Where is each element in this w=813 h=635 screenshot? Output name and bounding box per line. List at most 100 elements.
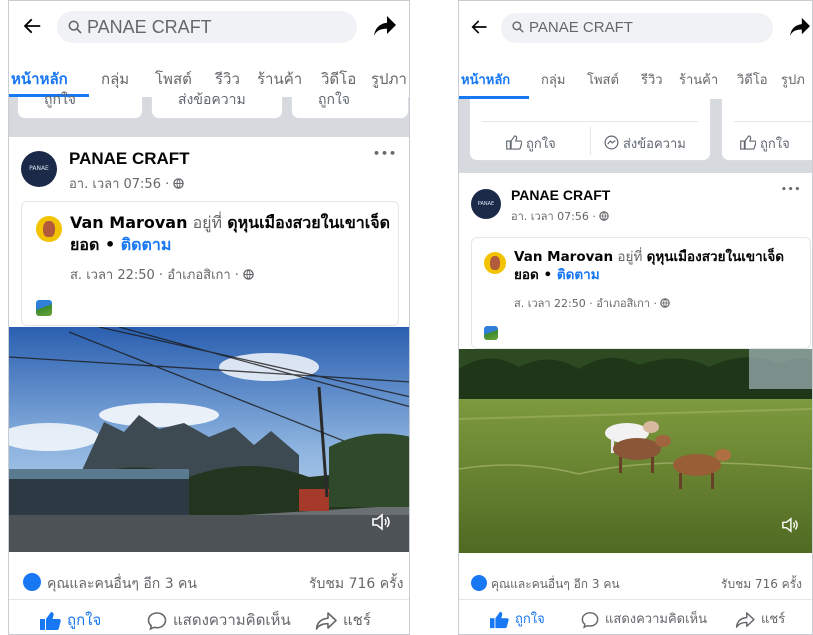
tab-reviews[interactable]: รีวิว: [215, 67, 240, 91]
like-badge-icon: [23, 573, 41, 591]
post-time: อา. เวลา 07:56 ·: [511, 207, 610, 225]
top-bar: PANAE CRAFT: [459, 1, 812, 53]
comment-button[interactable]: แสดงความคิดเห็น: [581, 608, 707, 629]
share-arrow-icon[interactable]: [789, 17, 811, 37]
strip-like-button[interactable]: ถูกใจ: [318, 89, 350, 111]
follow-link[interactable]: ติดตาม: [121, 235, 172, 254]
tab-reviews[interactable]: รีวิว: [641, 69, 663, 90]
reaction-summary: คุณและคนอื่นๆ อีก 3 คน รับชม 716 ครั้ง: [9, 565, 409, 599]
search-icon: [512, 21, 524, 33]
strip-like-button[interactable]: ถูกใจ: [506, 133, 556, 154]
user-avatar[interactable]: [484, 252, 506, 274]
page-avatar[interactable]: PANAE: [21, 151, 57, 187]
thumbs-up-icon: [490, 611, 509, 628]
search-icon: [68, 20, 82, 34]
post-card: PANAE PANAE CRAFT อา. เวลา 07:56 · ••• V…: [9, 137, 409, 634]
search-input[interactable]: PANAE CRAFT: [501, 13, 773, 43]
globe-icon: [243, 269, 254, 280]
shared-post-header: Van Marovan อยู่ที่ ดุหุนเมืองสวยในเขาเจ…: [471, 237, 811, 349]
tab-groups[interactable]: กลุ่ม: [101, 67, 129, 91]
post-action-bar: ถูกใจ แสดงความคิดเห็น แชร์: [9, 599, 409, 634]
post-action-bar: ถูกใจ แสดงความคิดเห็น แชร์: [459, 599, 812, 634]
reaction-count[interactable]: คุณและคนอื่นๆ อีก 3 คน: [47, 573, 197, 595]
share-arrow-icon[interactable]: [373, 15, 397, 37]
back-arrow-icon[interactable]: [21, 15, 43, 37]
thumbs-up-icon: [740, 135, 757, 150]
tab-home[interactable]: หน้าหลัก: [461, 69, 510, 90]
action-card: ถูกใจ: [17, 92, 143, 119]
action-card: ถูกใจ ส่งข้อความ: [469, 99, 711, 161]
thumbs-up-icon: [40, 611, 61, 630]
view-count: รับชม 716 ครั้ง: [721, 577, 802, 591]
strip-like-button[interactable]: ถูกใจ: [44, 89, 76, 111]
like-button[interactable]: ถูกใจ: [39, 608, 101, 632]
comment-button[interactable]: แสดงความคิดเห็น: [147, 608, 291, 632]
follow-link[interactable]: ติดตาม: [557, 267, 600, 283]
search-input[interactable]: PANAE CRAFT: [57, 11, 357, 43]
top-bar: PANAE CRAFT: [9, 1, 409, 53]
thumbs-up-icon: [506, 135, 523, 150]
share-icon: [735, 611, 755, 628]
tab-shop[interactable]: ร้านค้า: [679, 69, 718, 90]
tab-photos[interactable]: รูปภา: [371, 67, 407, 91]
more-dots-icon[interactable]: •••: [373, 147, 397, 160]
place-name[interactable]: ดุหุนเมืองสวยในเขาเจ็ด: [227, 213, 390, 232]
tab-photos[interactable]: รูปภ: [781, 69, 805, 90]
place-name-cont: ยอด: [70, 234, 100, 254]
video-frame-mountains: [9, 327, 409, 552]
page-name[interactable]: PANAE CRAFT: [69, 149, 190, 169]
tab-posts[interactable]: โพสต์: [155, 67, 192, 91]
speaker-icon[interactable]: [781, 517, 799, 533]
speaker-icon[interactable]: [371, 513, 391, 531]
shared-post-title: Van Marovan อยู่ที่ ดุหุนเมืองสวยในเขาเจ…: [514, 249, 785, 284]
tab-shop[interactable]: ร้านค้า: [257, 67, 302, 91]
phone-screen-right: PANAE CRAFT หน้าหลัก กลุ่ม โพสต์ รีวิว ร…: [458, 0, 813, 635]
like-button[interactable]: ถูกใจ: [489, 608, 545, 629]
search-text: PANAE CRAFT: [529, 19, 633, 36]
phone-screen-left: PANAE CRAFT หน้าหลัก กลุ่ม โพสต์ รีวิว ร…: [8, 0, 410, 635]
photo-icon: [484, 326, 498, 340]
video-player[interactable]: [9, 327, 409, 552]
search-text: PANAE CRAFT: [87, 17, 212, 37]
page-tabs: หน้าหลัก กลุ่ม โพสต์ รีวิว ร้านค้า วิดีโ…: [459, 59, 812, 99]
shared-post-title: Van Marovan อยู่ที่ ดุหุนเมืองสวยในเขาเจ…: [70, 213, 390, 254]
strip-like-button[interactable]: ถูกใจ: [740, 133, 790, 154]
page-avatar[interactable]: PANAE: [471, 189, 501, 219]
shared-post-meta: ส. เวลา 22:50 · อำเภอสิเกา ·: [514, 294, 671, 312]
user-avatar[interactable]: [36, 216, 62, 242]
tab-videos[interactable]: วิดีโอ: [737, 69, 768, 90]
comment-bubble-icon: [581, 611, 599, 628]
more-dots-icon[interactable]: •••: [781, 185, 801, 195]
view-count: รับชม 716 ครั้ง: [309, 576, 404, 592]
strip-message-button[interactable]: ส่งข้อความ: [604, 133, 686, 154]
share-button[interactable]: แชร์: [315, 608, 371, 632]
tab-groups[interactable]: กลุ่ม: [541, 69, 565, 90]
strip-message-button[interactable]: ส่งข้อความ: [178, 89, 246, 111]
like-badge-icon: [471, 575, 487, 591]
video-frame-goats: [459, 349, 812, 553]
video-player[interactable]: [459, 349, 812, 553]
shared-post-meta: ส. เวลา 22:50 · อำเภอสิเกา ·: [70, 264, 254, 285]
reaction-count[interactable]: คุณและคนอื่นๆ อีก 3 คน: [491, 575, 620, 594]
globe-icon: [599, 211, 610, 221]
tab-home[interactable]: หน้าหลัก: [11, 67, 68, 91]
post-time: อา. เวลา 07:56 ·: [69, 173, 185, 194]
share-icon: [315, 611, 337, 630]
user-name[interactable]: Van Marovan: [514, 249, 613, 265]
place-name-cont: ยอด: [514, 267, 539, 284]
user-name[interactable]: Van Marovan: [70, 213, 187, 232]
comment-bubble-icon: [147, 611, 167, 630]
back-arrow-icon[interactable]: [469, 17, 489, 37]
reaction-summary: คุณและคนอื่นๆ อีก 3 คน รับชม 716 ครั้ง: [459, 567, 812, 601]
action-card: ส่งข้อความ: [151, 92, 283, 119]
action-card: ถูกใจ: [721, 99, 812, 161]
place-name[interactable]: ดุหุนเมืองสวยในเขาเจ็ด: [647, 249, 784, 265]
page-name[interactable]: PANAE CRAFT: [511, 187, 610, 203]
share-button[interactable]: แชร์: [735, 608, 785, 629]
tab-videos[interactable]: วิดีโอ: [321, 67, 356, 91]
globe-icon: [173, 178, 185, 189]
photo-icon: [36, 300, 52, 316]
messenger-icon: [604, 135, 619, 150]
tab-posts[interactable]: โพสต์: [587, 69, 619, 90]
post-card: PANAE PANAE CRAFT อา. เวลา 07:56 · ••• V…: [459, 173, 812, 634]
